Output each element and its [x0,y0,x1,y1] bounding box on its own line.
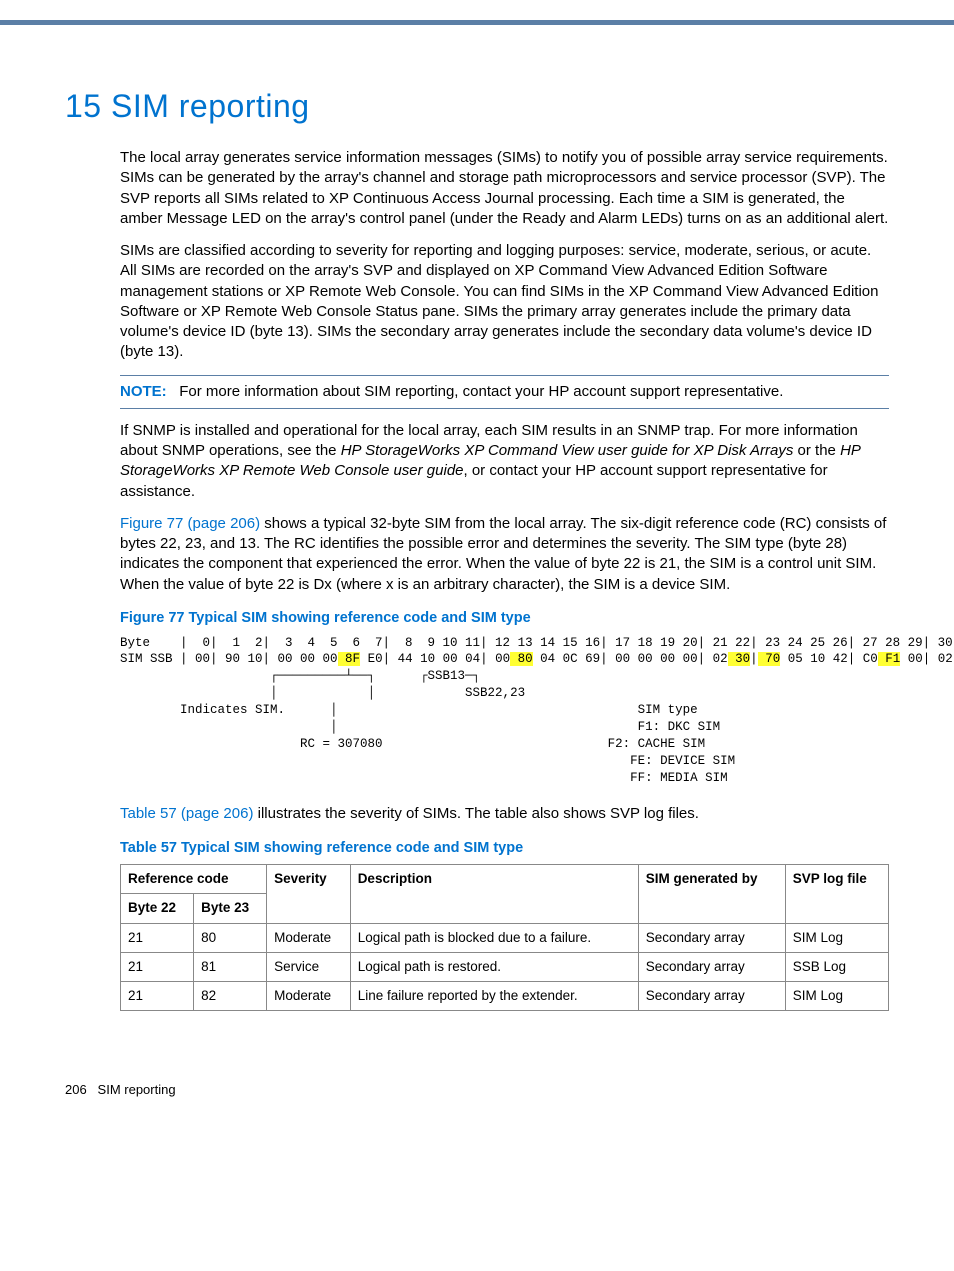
table-title: Table 57 Typical SIM showing reference c… [120,839,889,859]
cell-desc: Logical path is restored. [350,952,638,981]
chapter-title: 15 SIM reporting [65,85,889,128]
col-generated-by: SIM generated by [638,865,785,923]
ref-title: HP StorageWorks XP Command View user gui… [341,442,794,459]
note-block: NOTE: For more information about SIM rep… [120,375,889,409]
sim-severity-table: Reference code Severity Description SIM … [120,864,889,1011]
cell-sev: Moderate [267,923,351,952]
cell-b22: 21 [121,982,194,1011]
col-svp-log: SVP log file [785,865,888,923]
cell-sev: Service [267,952,351,981]
table-xref[interactable]: Table 57 (page 206) [120,805,253,822]
page-footer: 206 SIM reporting [65,1081,889,1099]
cell-gen: Secondary array [638,952,785,981]
page-number: 206 [65,1082,87,1097]
figure-title: Figure 77 Typical SIM showing reference … [120,609,889,629]
cell-b22: 21 [121,952,194,981]
paragraph: SIMs are classified according to severit… [120,241,889,363]
figure-xref[interactable]: Figure 77 (page 206) [120,515,260,532]
paragraph: Figure 77 (page 206) shows a typical 32-… [120,514,889,595]
cell-sev: Moderate [267,982,351,1011]
note-text: For more information about SIM reporting… [179,383,783,400]
footer-section: SIM reporting [98,1082,176,1097]
paragraph: The local array generates service inform… [120,148,889,229]
cell-log: SIM Log [785,982,888,1011]
cell-log: SSB Log [785,952,888,981]
chapter-number: 15 [65,88,102,124]
cell-desc: Logical path is blocked due to a failure… [350,923,638,952]
col-byte-23: Byte 23 [194,894,267,923]
table-row: 2181ServiceLogical path is restored.Seco… [121,952,889,981]
cell-gen: Secondary array [638,982,785,1011]
cell-gen: Secondary array [638,923,785,952]
table-row: 2180ModerateLogical path is blocked due … [121,923,889,952]
col-byte-22: Byte 22 [121,894,194,923]
cell-b23: 80 [194,923,267,952]
cell-b23: 81 [194,952,267,981]
note-label: NOTE: [120,383,167,400]
chapter-name: SIM reporting [111,88,310,124]
col-severity: Severity [267,865,351,923]
paragraph: If SNMP is installed and operational for… [120,421,889,502]
figure-sim-bytes: Byte | 0| 1 2| 3 4 5 6 7| 8 9 10 11| 12 … [120,635,889,787]
cell-desc: Line failure reported by the extender. [350,982,638,1011]
cell-b22: 21 [121,923,194,952]
cell-log: SIM Log [785,923,888,952]
col-reference-code: Reference code [121,865,267,894]
table-row: 2182ModerateLine failure reported by the… [121,982,889,1011]
paragraph: Table 57 (page 206) illustrates the seve… [120,804,889,824]
cell-b23: 82 [194,982,267,1011]
col-description: Description [350,865,638,923]
